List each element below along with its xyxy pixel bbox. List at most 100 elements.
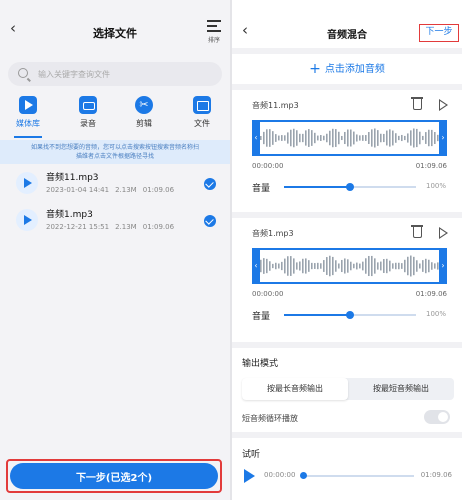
waveform-bar <box>410 130 412 146</box>
waveform-bar <box>275 262 277 270</box>
waveform-bar <box>278 263 280 269</box>
search-hint-banner: 如果找不到您想要的音频，您可以点击搜索按钮搜索音频名称扫 描维者点击文件根据路径… <box>0 140 230 164</box>
tab-edit[interactable]: 剪辑 <box>120 92 168 138</box>
waveform-trimmer[interactable]: ‹ › <box>252 120 447 156</box>
waveform-bar <box>263 258 265 274</box>
tab-recording[interactable]: 录音 <box>64 92 112 138</box>
waveform-bar <box>398 135 400 141</box>
waveform-bar <box>368 132 370 144</box>
waveform-bar <box>362 261 364 271</box>
waveform-bar <box>284 135 286 141</box>
search-input[interactable] <box>38 66 213 82</box>
waveform-bar <box>413 256 415 276</box>
waveform-bar <box>287 256 289 276</box>
preview-start-time: 00:00:00 <box>264 471 296 479</box>
waveform-bar <box>338 131 340 145</box>
waveform-bar <box>299 133 301 143</box>
waveform-bar <box>314 263 316 269</box>
play-icon[interactable] <box>244 469 255 483</box>
waveform-bar <box>398 262 400 270</box>
folder-icon <box>193 96 211 114</box>
waveform-bar <box>314 132 316 144</box>
next-step-button[interactable]: 下一步 <box>419 24 459 42</box>
waveform-bar <box>281 261 283 271</box>
waveform-bar <box>266 258 268 274</box>
output-shortest-option[interactable]: 按最短音频输出 <box>348 378 454 400</box>
waveform-bar <box>302 258 304 274</box>
waveform-bar <box>383 259 385 273</box>
waveform-bar <box>380 133 382 143</box>
tab-media-library[interactable]: 媒体库 <box>4 92 52 138</box>
output-longest-option[interactable]: 按最长音频输出 <box>242 378 348 400</box>
trash-icon[interactable] <box>411 225 423 238</box>
file-name: 音频11.mp3 <box>46 173 99 183</box>
loop-label: 短音频循环播放 <box>242 414 298 423</box>
waveform-bar <box>332 256 334 276</box>
loop-toggle[interactable] <box>424 410 450 424</box>
trim-right-handle[interactable]: › <box>439 248 447 284</box>
waveform <box>260 255 439 277</box>
preview-progress-bar[interactable] <box>304 475 414 477</box>
waveform-bar <box>434 132 436 144</box>
hint-line-2: 描维者点击文件根据路径寻找 <box>75 153 154 160</box>
waveform-bar <box>386 130 388 146</box>
waveform-bar <box>287 132 289 144</box>
waveform-bar <box>422 260 424 272</box>
output-mode-segmented: 按最长音频输出 按最短音频输出 <box>242 378 454 400</box>
play-icon[interactable] <box>439 227 448 239</box>
waveform-bar <box>323 260 325 272</box>
volume-knob[interactable] <box>346 311 354 319</box>
audio-mix-screen: ‹ 音频混合 下一步 + 点击添加音频 音频11.mp3 ‹ › 00:00:00… <box>232 0 462 500</box>
trim-left-handle[interactable]: ‹ <box>252 120 260 156</box>
sort-label: 排序 <box>207 37 220 44</box>
waveform-bar <box>293 128 295 148</box>
waveform-bar <box>434 263 436 269</box>
tab-files[interactable]: 文件 <box>178 92 226 138</box>
volume-label: 音量 <box>252 184 271 194</box>
add-audio-button[interactable]: + 点击添加音频 <box>232 60 462 77</box>
volume-control: 音量 100% <box>252 308 452 322</box>
play-icon[interactable] <box>16 172 38 194</box>
waveform-bar <box>359 263 361 269</box>
radio-icon <box>79 96 97 114</box>
file-date: 2022-12-21 15:51 <box>46 223 110 231</box>
waveform-bar <box>392 130 394 146</box>
file-meta: 2022-12-21 15:51 2.13M 01:09.06 <box>46 223 180 231</box>
waveform-trimmer[interactable]: ‹ › <box>252 248 447 284</box>
list-item[interactable]: 音频1.mp3 2022-12-21 15:51 2.13M 01:09.06 <box>0 203 230 239</box>
search-bar[interactable] <box>8 62 222 86</box>
next-step-button[interactable]: 下一步(已选2个) <box>10 463 218 489</box>
checkmark-icon[interactable] <box>204 215 216 227</box>
waveform-bar <box>407 133 409 143</box>
end-time: 01:09.06 <box>415 290 447 298</box>
checkmark-icon[interactable] <box>204 178 216 190</box>
waveform-bar <box>410 255 412 277</box>
list-item[interactable]: 音频11.mp3 2023-01-04 14:41 2.13M 01:09.06 <box>0 166 230 202</box>
divider <box>232 342 462 348</box>
play-icon[interactable] <box>439 99 448 111</box>
file-size: 2.13M <box>115 186 137 194</box>
volume-knob[interactable] <box>346 183 354 191</box>
select-header: ‹ 选择文件 排序 <box>0 0 230 56</box>
volume-percent: 100% <box>425 182 446 190</box>
waveform-bar <box>401 134 403 142</box>
waveform-bar <box>320 135 322 141</box>
waveform-bar <box>347 129 349 147</box>
track-name: 音频11.mp3 <box>252 101 299 110</box>
play-icon[interactable] <box>16 209 38 231</box>
volume-slider[interactable] <box>284 311 416 319</box>
preview-progress-knob[interactable] <box>300 472 307 479</box>
trim-left-handle[interactable]: ‹ <box>252 248 260 284</box>
waveform <box>260 128 439 148</box>
waveform-bar <box>422 135 424 141</box>
preview-label: 试听 <box>242 450 261 460</box>
volume-slider[interactable] <box>284 183 416 191</box>
trim-right-handle[interactable]: › <box>439 120 447 156</box>
sort-button[interactable]: 排序 <box>206 18 222 44</box>
waveform-bar <box>284 258 286 274</box>
waveform-bar <box>266 129 268 147</box>
trash-icon[interactable] <box>411 97 423 110</box>
waveform-bar <box>311 130 313 146</box>
scissors-icon <box>135 96 153 114</box>
file-meta: 2023-01-04 14:41 2.13M 01:09.06 <box>46 186 180 194</box>
